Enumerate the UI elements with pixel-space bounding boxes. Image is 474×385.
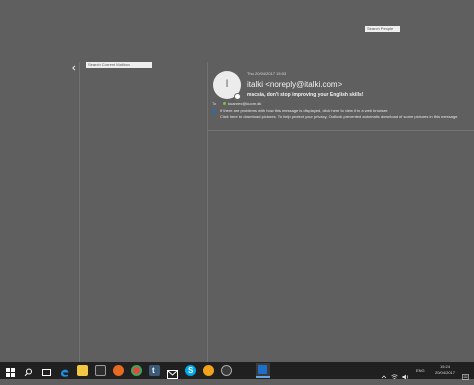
file-explorer-icon[interactable] bbox=[77, 365, 88, 376]
search-mailbox-input[interactable]: Search Current Mailbox bbox=[86, 62, 152, 68]
network-icon[interactable] bbox=[391, 367, 398, 379]
outlook-icon[interactable] bbox=[256, 363, 270, 378]
windows-start-icon[interactable] bbox=[5, 365, 16, 377]
info-icon bbox=[213, 109, 215, 114]
taskbar-clock-time[interactable]: 15:24 bbox=[436, 364, 454, 369]
tray-overflow-icon[interactable] bbox=[381, 367, 387, 379]
taskbar: t S ENG 15:24 20/04/2017 bbox=[0, 362, 474, 380]
firefox-icon[interactable] bbox=[113, 365, 124, 376]
folder-pane-divider bbox=[79, 62, 80, 362]
skype-icon[interactable]: S bbox=[185, 365, 196, 376]
edge-icon[interactable] bbox=[59, 365, 70, 377]
action-center-icon[interactable] bbox=[462, 367, 469, 380]
input-language-indicator[interactable]: ENG bbox=[416, 368, 425, 373]
search-people-input[interactable]: Search People bbox=[365, 26, 400, 32]
tumblr-icon[interactable]: t bbox=[149, 365, 160, 376]
browser-view-notice[interactable]: If there are problems with how this mess… bbox=[220, 108, 470, 113]
taskbar-clock-date[interactable]: 20/04/2017 bbox=[432, 370, 458, 375]
store-icon[interactable] bbox=[95, 365, 106, 376]
avatar: I bbox=[213, 71, 241, 100]
message-subject: mscsia, don't stop improving your Englis… bbox=[247, 92, 364, 98]
to-recipient[interactable]: kuanrex@kuom.dk bbox=[228, 101, 261, 106]
mail-icon[interactable] bbox=[167, 366, 178, 379]
chrome-icon[interactable] bbox=[131, 365, 142, 376]
download-pictures-notice[interactable]: Click here to download pictures. To help… bbox=[220, 114, 470, 119]
chevron-left-icon[interactable] bbox=[71, 58, 77, 71]
volume-icon[interactable] bbox=[402, 367, 409, 380]
reading-pane: I Thu 20/04/2017 15:03 italki <noreply@i… bbox=[208, 66, 474, 362]
avatar-initial: I bbox=[225, 78, 229, 90]
task-view-icon[interactable] bbox=[41, 365, 52, 376]
message-date: Thu 20/04/2017 15:03 bbox=[247, 71, 287, 76]
sender-name[interactable]: italki <noreply@italki.com> bbox=[247, 80, 342, 90]
to-label: To bbox=[212, 101, 217, 106]
search-icon[interactable] bbox=[23, 365, 34, 377]
onenote-icon[interactable] bbox=[203, 365, 214, 376]
online-status-icon bbox=[223, 102, 226, 105]
clock-app-icon[interactable] bbox=[221, 365, 232, 376]
status-badge bbox=[234, 93, 241, 100]
header-divider bbox=[208, 130, 474, 131]
